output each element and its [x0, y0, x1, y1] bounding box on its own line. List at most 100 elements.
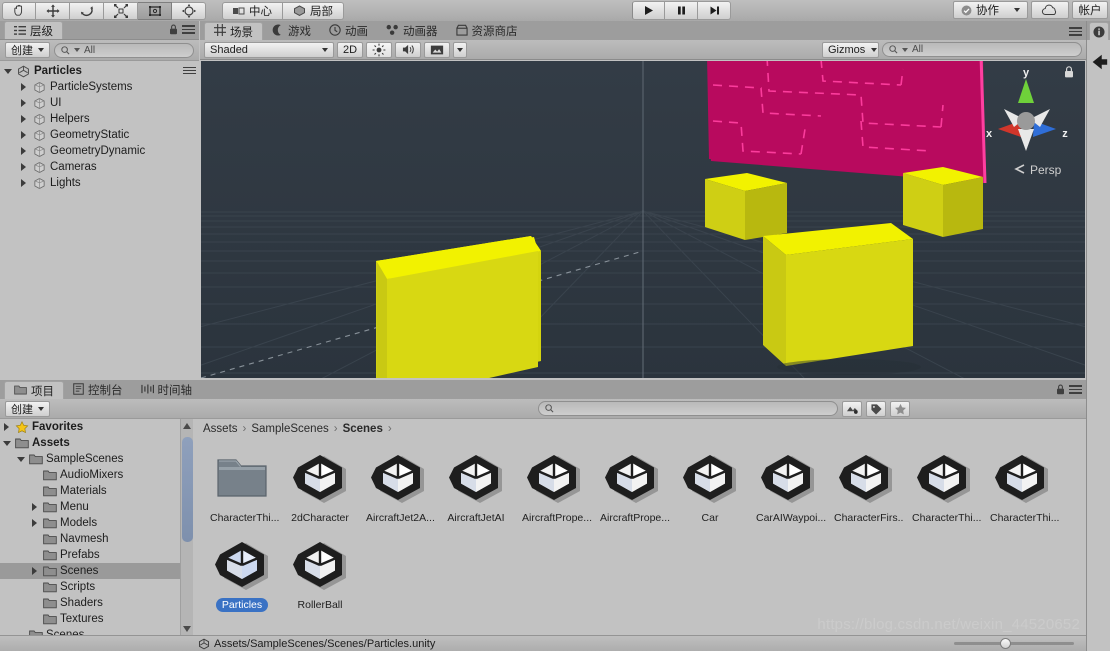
fold-arrow-icon[interactable] [31, 615, 40, 624]
project-tree-item[interactable]: Scenes [0, 627, 193, 635]
project-tree-item[interactable]: Models [0, 515, 193, 531]
asset-item[interactable]: AircraftJetAI [437, 448, 515, 525]
save-filter-button[interactable] [890, 400, 910, 417]
asset-item[interactable]: CharacterThi... [203, 448, 281, 525]
scene-viewport[interactable]: y x z Persp [201, 61, 1085, 378]
fold-arrow-icon[interactable] [20, 98, 29, 108]
project-tree-item[interactable]: Prefabs [0, 547, 193, 563]
tab-scene-2[interactable]: 动画 [320, 22, 377, 40]
transform-tool-button[interactable] [172, 1, 206, 20]
breadcrumb-item[interactable]: Scenes [343, 423, 383, 435]
project-tree-item[interactable]: Materials [0, 483, 193, 499]
project-menu-icon[interactable] [1069, 385, 1082, 394]
project-search-input[interactable] [538, 401, 838, 416]
inspector-back-arrow-icon[interactable] [1087, 40, 1110, 84]
project-folder-tree[interactable]: Favorites Assets SampleScenes AudioMixers Ma… [0, 419, 193, 635]
pause-button[interactable] [665, 1, 698, 20]
asset-item[interactable]: CharacterThi... [983, 448, 1061, 525]
lock-icon[interactable] [169, 24, 178, 35]
gizmo-lock-icon[interactable] [1063, 65, 1075, 79]
scrollbar-thumb[interactable] [182, 437, 193, 542]
hierarchy-search-input[interactable]: All [54, 42, 194, 58]
pivot-local-button[interactable]: 局部 [283, 1, 344, 20]
scale-tool-button[interactable] [104, 1, 138, 20]
project-tree-item[interactable]: Scenes [0, 563, 193, 579]
fold-arrow-icon[interactable] [31, 518, 40, 528]
fold-arrow-icon[interactable] [31, 599, 40, 608]
fold-arrow-icon[interactable] [31, 551, 40, 560]
fold-arrow-icon[interactable] [20, 114, 29, 124]
tab-scene-3[interactable]: 动画器 [377, 22, 447, 40]
fold-arrow-icon[interactable] [20, 82, 29, 92]
hierarchy-item[interactable]: Cameras [0, 159, 199, 175]
fold-arrow-icon[interactable] [20, 162, 29, 172]
fold-arrow-icon[interactable] [31, 471, 40, 480]
shading-mode-dropdown[interactable]: Shaded [204, 41, 334, 58]
hierarchy-item[interactable]: ParticleSystems [0, 79, 199, 95]
tab-hierarchy[interactable]: 层级 [4, 21, 63, 39]
project-tree-item[interactable]: AudioMixers [0, 467, 193, 483]
toggle-audio-button[interactable] [395, 41, 421, 58]
project-lock-icon[interactable] [1056, 384, 1065, 395]
project-tree-scrollbar[interactable] [180, 419, 193, 635]
scene-orientation-gizmo[interactable]: y x z Persp [974, 63, 1079, 181]
scrollbar-up-arrow-icon[interactable] [181, 419, 193, 432]
play-button[interactable] [632, 1, 665, 20]
move-tool-button[interactable] [36, 1, 70, 20]
hierarchy-item[interactable]: GeometryStatic [0, 127, 199, 143]
tab-project-1[interactable]: 控制台 [64, 381, 132, 399]
tab-project-0[interactable]: 项目 [4, 381, 64, 399]
fold-arrow-icon[interactable] [31, 502, 40, 512]
fold-arrow-icon[interactable] [17, 455, 26, 464]
zoom-slider-track[interactable] [954, 641, 1074, 645]
project-tree-item[interactable]: Menu [0, 499, 193, 515]
hand-tool-button[interactable] [2, 1, 36, 20]
project-tree-item[interactable]: Assets [0, 435, 193, 451]
tab-project-2[interactable]: 时间轴 [132, 381, 202, 399]
rect-tool-button[interactable] [138, 1, 172, 20]
gizmos-dropdown[interactable]: Gizmos [822, 41, 879, 58]
filter-by-label-button[interactable] [866, 400, 886, 417]
scene-context-menu-icon[interactable] [183, 66, 196, 76]
fold-arrow-icon[interactable] [20, 130, 29, 140]
hierarchy-item[interactable]: Lights [0, 175, 199, 191]
fold-arrow-icon[interactable] [3, 422, 12, 432]
asset-item[interactable]: AircraftJet2A... [359, 448, 437, 525]
hierarchy-create-button[interactable]: 创建 [5, 42, 50, 58]
toggle-2d-button[interactable]: 2D [337, 41, 363, 58]
fold-arrow-icon[interactable] [3, 439, 12, 448]
filter-by-type-button[interactable] [842, 400, 862, 417]
scene-effects-dropdown[interactable] [453, 41, 467, 58]
scene-effects-button[interactable] [424, 41, 450, 58]
hierarchy-item[interactable]: Helpers [0, 111, 199, 127]
project-tree-item[interactable]: Favorites [0, 419, 193, 435]
fold-arrow-icon[interactable] [31, 535, 40, 544]
root-fold-arrow-icon[interactable] [4, 67, 13, 76]
hierarchy-item[interactable]: UI [0, 95, 199, 111]
tab-scene-4[interactable]: 资源商店 [447, 22, 527, 40]
project-asset-grid[interactable]: Assets › SampleScenes › Scenes › CharacterThi… [195, 419, 1086, 635]
asset-item[interactable]: RollerBall [281, 535, 359, 612]
tab-scene-0[interactable]: 场景 [204, 22, 263, 40]
asset-zoom-slider[interactable] [954, 637, 1074, 649]
asset-item[interactable]: Particles [203, 535, 281, 612]
hierarchy-root-row[interactable]: Particles [0, 63, 199, 79]
step-button[interactable] [698, 1, 731, 20]
asset-item[interactable]: CharacterFirs... [827, 448, 905, 525]
pivot-center-button[interactable]: 中心 [222, 1, 283, 20]
fold-arrow-icon[interactable] [20, 178, 29, 188]
fold-arrow-icon[interactable] [31, 566, 40, 576]
scrollbar-down-arrow-icon[interactable] [181, 622, 193, 635]
scene-search-input[interactable]: All [882, 42, 1082, 57]
search-filter-caret-icon[interactable] [74, 48, 80, 52]
toggle-lighting-button[interactable] [366, 41, 392, 58]
fold-arrow-icon[interactable] [31, 487, 40, 496]
hierarchy-item[interactable]: GeometryDynamic [0, 143, 199, 159]
hierarchy-menu-icon[interactable] [182, 25, 195, 34]
asset-item[interactable]: 2dCharacter [281, 448, 359, 525]
cloud-button[interactable] [1031, 1, 1069, 19]
collab-button[interactable]: 协作 [953, 1, 1028, 19]
asset-item[interactable]: AircraftPrope... [593, 448, 671, 525]
project-tree-item[interactable]: Shaders [0, 595, 193, 611]
project-tree-item[interactable]: Scripts [0, 579, 193, 595]
